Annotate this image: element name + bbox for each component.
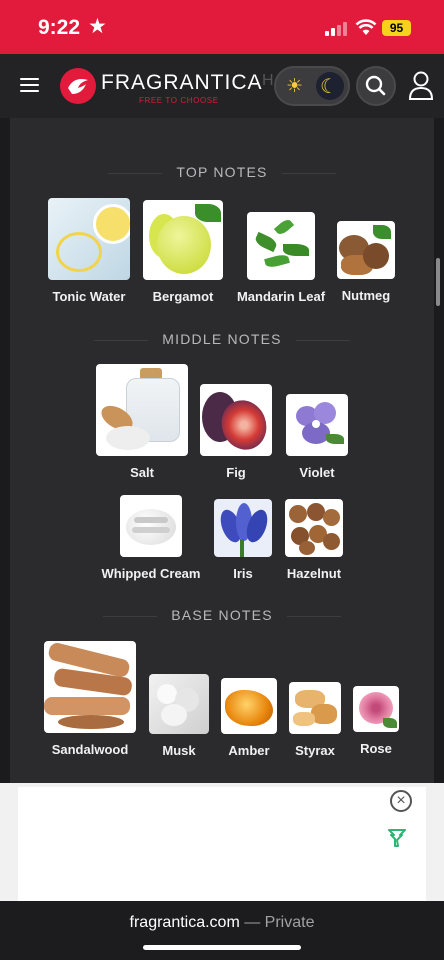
note-label: Bergamot [152,289,214,304]
note-image [286,394,348,456]
home-indicator[interactable] [143,945,301,950]
note-iris[interactable]: Iris [213,499,273,581]
note-image [200,384,272,456]
note-label: Styrax [295,743,335,758]
note-amber[interactable]: Amber [220,678,278,758]
note-image [120,495,182,557]
base-notes-heading: BASE NOTES [0,607,444,623]
note-label: Nutmeg [341,288,391,303]
middle-notes-heading: MIDDLE NOTES [0,331,444,347]
note-fig[interactable]: Fig [199,384,273,480]
note-label: Salt [130,465,154,480]
note-label: Whipped Cream [101,566,201,581]
moon-icon: ☾ [320,76,338,98]
note-label: Violet [299,465,335,480]
note-salt[interactable]: Salt [95,364,189,480]
note-sandalwood[interactable]: Sandalwood [44,641,136,757]
note-tonic-water[interactable]: Tonic Water [47,198,131,304]
ad-banner [0,783,444,901]
user-icon[interactable] [408,69,434,103]
separator: — [239,914,265,931]
note-label: Hazelnut [286,566,342,581]
note-image [96,364,188,456]
ad-content[interactable] [18,787,426,901]
note-label: Amber [228,743,270,758]
private-mode-label: Private [264,914,315,931]
signal-icon [325,22,349,36]
note-styrax[interactable]: Styrax [288,682,342,758]
menu-icon[interactable] [20,78,39,92]
browser-bottom-bar: fragrantica.com — Private [0,901,444,960]
note-image [48,198,130,280]
search-hint-text: H [262,72,274,89]
logo-tagline: FREE TO CHOOSE [139,96,219,105]
note-image [247,212,315,280]
note-image [143,200,223,280]
status-time: 9:22 [38,16,81,39]
note-hazelnut[interactable]: Hazelnut [284,499,344,581]
note-label: Mandarin Leaf [236,289,326,304]
logo-bird-icon[interactable] [60,68,96,104]
note-label: Tonic Water [52,289,126,304]
search-icon [365,75,386,96]
domain-text: fragrantica.com [129,914,240,931]
note-image [353,686,399,732]
note-label: Fig [226,465,246,480]
sun-icon: ☀ [286,76,304,97]
star-icon: ★ [88,15,107,38]
status-bar: 9:22 ★ 95 [0,0,444,54]
scrollbar[interactable] [436,258,440,306]
top-nav: FRAGRANTICA FREE TO CHOOSE H ☀ ☾ [0,54,444,118]
search-button[interactable] [356,66,396,106]
url-display[interactable]: fragrantica.com — Private [0,914,444,932]
note-label: Musk [162,743,196,758]
note-image [149,674,209,734]
note-bergamot[interactable]: Bergamot [142,200,224,304]
top-notes-heading: TOP NOTES [0,164,444,180]
note-label: Sandalwood [51,742,129,757]
note-image [221,678,277,734]
note-rose[interactable]: Rose [352,686,400,756]
battery-indicator: 95 [382,20,411,36]
note-whipped-cream[interactable]: Whipped Cream [100,495,202,581]
note-image [289,682,341,734]
note-nutmeg[interactable]: Nutmeg [336,221,396,303]
ad-choices-icon[interactable] [388,828,406,848]
theme-toggle[interactable]: ☀ ☾ [274,66,350,106]
note-musk[interactable]: Musk [148,674,210,758]
note-label: Rose [360,741,392,756]
note-image [285,499,343,557]
wifi-icon [355,19,377,35]
toggle-knob: ☾ [316,72,344,100]
logo-text[interactable]: FRAGRANTICA [101,71,263,95]
note-image [337,221,395,279]
note-violet[interactable]: Violet [285,394,349,480]
note-image [44,641,136,733]
ad-close-button[interactable]: × [390,790,412,812]
note-label: Iris [233,566,253,581]
note-mandarin-leaf[interactable]: Mandarin Leaf [236,212,326,304]
note-image [214,499,272,557]
